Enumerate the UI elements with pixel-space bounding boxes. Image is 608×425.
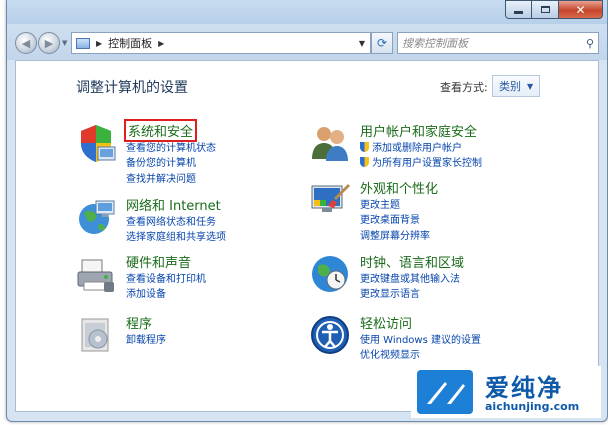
link-view-computer-status[interactable]: 查看您的计算机状态 [126,139,216,154]
caption-buttons: ✕ [505,0,603,19]
link-backup-computer[interactable]: 备份您的计算机 [126,154,196,169]
link-parental-controls-text: 为所有用户设置家长控制 [372,158,482,169]
breadcrumb-chevron-icon[interactable]: ▶ [158,39,164,48]
chevron-down-icon: ▼ [527,81,534,91]
breadcrumb-separator-icon[interactable]: ▶ [96,39,102,48]
view-by-dropdown[interactable]: 类别 ▼ [492,75,541,97]
link-change-theme[interactable]: 更改主题 [360,196,400,211]
title-bar[interactable]: ✕ [7,0,607,24]
page-title: 调整计算机的设置 [76,80,188,96]
category-title-network-internet[interactable]: 网络和 Internet [126,195,221,214]
search-icon[interactable]: ⚲ [582,37,598,50]
category-ease-of-access: 轻松访问 使用 Windows 建议的设置 优化视频显示 [308,313,578,361]
link-add-remove-accounts[interactable]: 添加或删除用户帐户 [360,139,462,154]
minimize-icon [514,11,523,14]
link-optimize-visual-display[interactable]: 优化视频显示 [360,346,420,361]
programs-box-icon [81,318,109,352]
category-title-hardware-sound[interactable]: 硬件和声音 [126,252,191,271]
link-devices-printers[interactable]: 查看设备和打印机 [126,270,206,285]
link-change-desktop-background[interactable]: 更改桌面背景 [360,211,420,226]
link-view-network-status[interactable]: 查看网络状态和任务 [126,213,216,228]
maximize-icon [540,6,550,13]
category-hardware-sound: 硬件和声音 查看设备和打印机 添加设备 [74,252,294,302]
refresh-icon: ⟳ [376,36,388,50]
clock-globe-icon [312,256,348,292]
search-box[interactable]: 搜索控制面板 ⚲ [397,32,599,54]
category-system-security: 系统和安全 查看您的计算机状态 备份您的计算机 查找并解决问题 [74,119,294,185]
minimize-button[interactable] [505,0,532,19]
main-content: 调整计算机的设置 查看方式: 类别 ▼ 系统和安全 查看您的计算机状态 备份您的… [15,60,599,412]
watermark-url: aichunjing.com [485,400,580,413]
globe-network-icon [79,200,115,234]
watermark-text: 爱纯净 [485,374,563,402]
link-homegroup-sharing[interactable]: 选择家庭组和共享选项 [126,228,226,243]
appearance-icon [311,184,350,212]
link-parental-controls[interactable]: 为所有用户设置家长控制 [360,154,482,169]
ease-of-access-icon [311,316,349,354]
uac-shield-icon [360,157,369,167]
address-dropdown-button[interactable]: ▼ [354,33,370,53]
forward-button[interactable]: ▶ [38,32,60,54]
close-icon: ✕ [575,2,586,17]
link-recommended-settings[interactable]: 使用 Windows 建议的设置 [360,331,481,346]
link-add-device[interactable]: 添加设备 [126,285,166,300]
recent-pages-dropdown[interactable]: ▼ [62,39,67,47]
control-panel-window: ✕ ◀ ▶ ▼ ▶ 控制面板 ▶ ▼ ⟳ 搜索控制面板 ⚲ 调整计算机的设置 查… [6,0,608,422]
printer-hardware-icon [77,259,114,292]
category-network-internet: 网络和 Internet 查看网络状态和任务 选择家庭组和共享选项 [74,195,294,245]
category-user-accounts: 用户帐户和家庭安全 添加或删除用户帐户 为所有用户设置家长控制 [308,121,578,171]
view-by-value: 类别 [499,80,521,93]
breadcrumb-control-panel[interactable]: 控制面板 [108,35,152,51]
category-appearance: 外观和个性化 更改主题 更改桌面背景 调整屏幕分辨率 [308,178,578,242]
category-title-programs[interactable]: 程序 [126,313,152,332]
maximize-button[interactable] [532,0,559,19]
arrow-right-icon: ▶ [44,36,54,50]
category-clock-language-region: 时钟、语言和区域 更改键盘或其他输入法 更改显示语言 [308,252,578,302]
users-icon [312,127,348,161]
link-find-fix-problems[interactable]: 查找并解决问题 [126,170,196,185]
close-button[interactable]: ✕ [559,0,603,19]
watermark: 爱纯净 aichunjing.com [411,366,601,418]
link-change-display-language[interactable]: 更改显示语言 [360,285,420,300]
watermark-logo-icon [417,370,473,414]
navigation-bar: ◀ ▶ ▼ ▶ 控制面板 ▶ ▼ ⟳ 搜索控制面板 ⚲ [7,24,607,60]
arrow-left-icon: ◀ [21,36,31,50]
address-bar[interactable]: ▶ 控制面板 ▶ ▼ [71,32,371,54]
control-panel-icon [76,37,90,49]
link-uninstall-program[interactable]: 卸载程序 [126,331,166,346]
view-by-label: 查看方式: [440,81,488,94]
category-programs: 程序 卸载程序 [74,313,294,359]
category-title-ease-of-access[interactable]: 轻松访问 [360,313,412,332]
shield-security-icon [81,125,116,162]
category-title-appearance[interactable]: 外观和个性化 [360,178,438,197]
link-change-keyboard-input[interactable]: 更改键盘或其他输入法 [360,270,460,285]
search-input[interactable]: 搜索控制面板 [402,35,582,51]
uac-shield-icon [360,142,369,152]
link-adjust-resolution[interactable]: 调整屏幕分辨率 [360,227,430,242]
refresh-button[interactable]: ⟳ [371,32,393,54]
category-title-clock-language-region[interactable]: 时钟、语言和区域 [360,252,464,271]
back-button[interactable]: ◀ [15,32,37,54]
category-title-user-accounts[interactable]: 用户帐户和家庭安全 [360,121,477,140]
link-add-remove-accounts-text: 添加或删除用户帐户 [372,143,462,154]
